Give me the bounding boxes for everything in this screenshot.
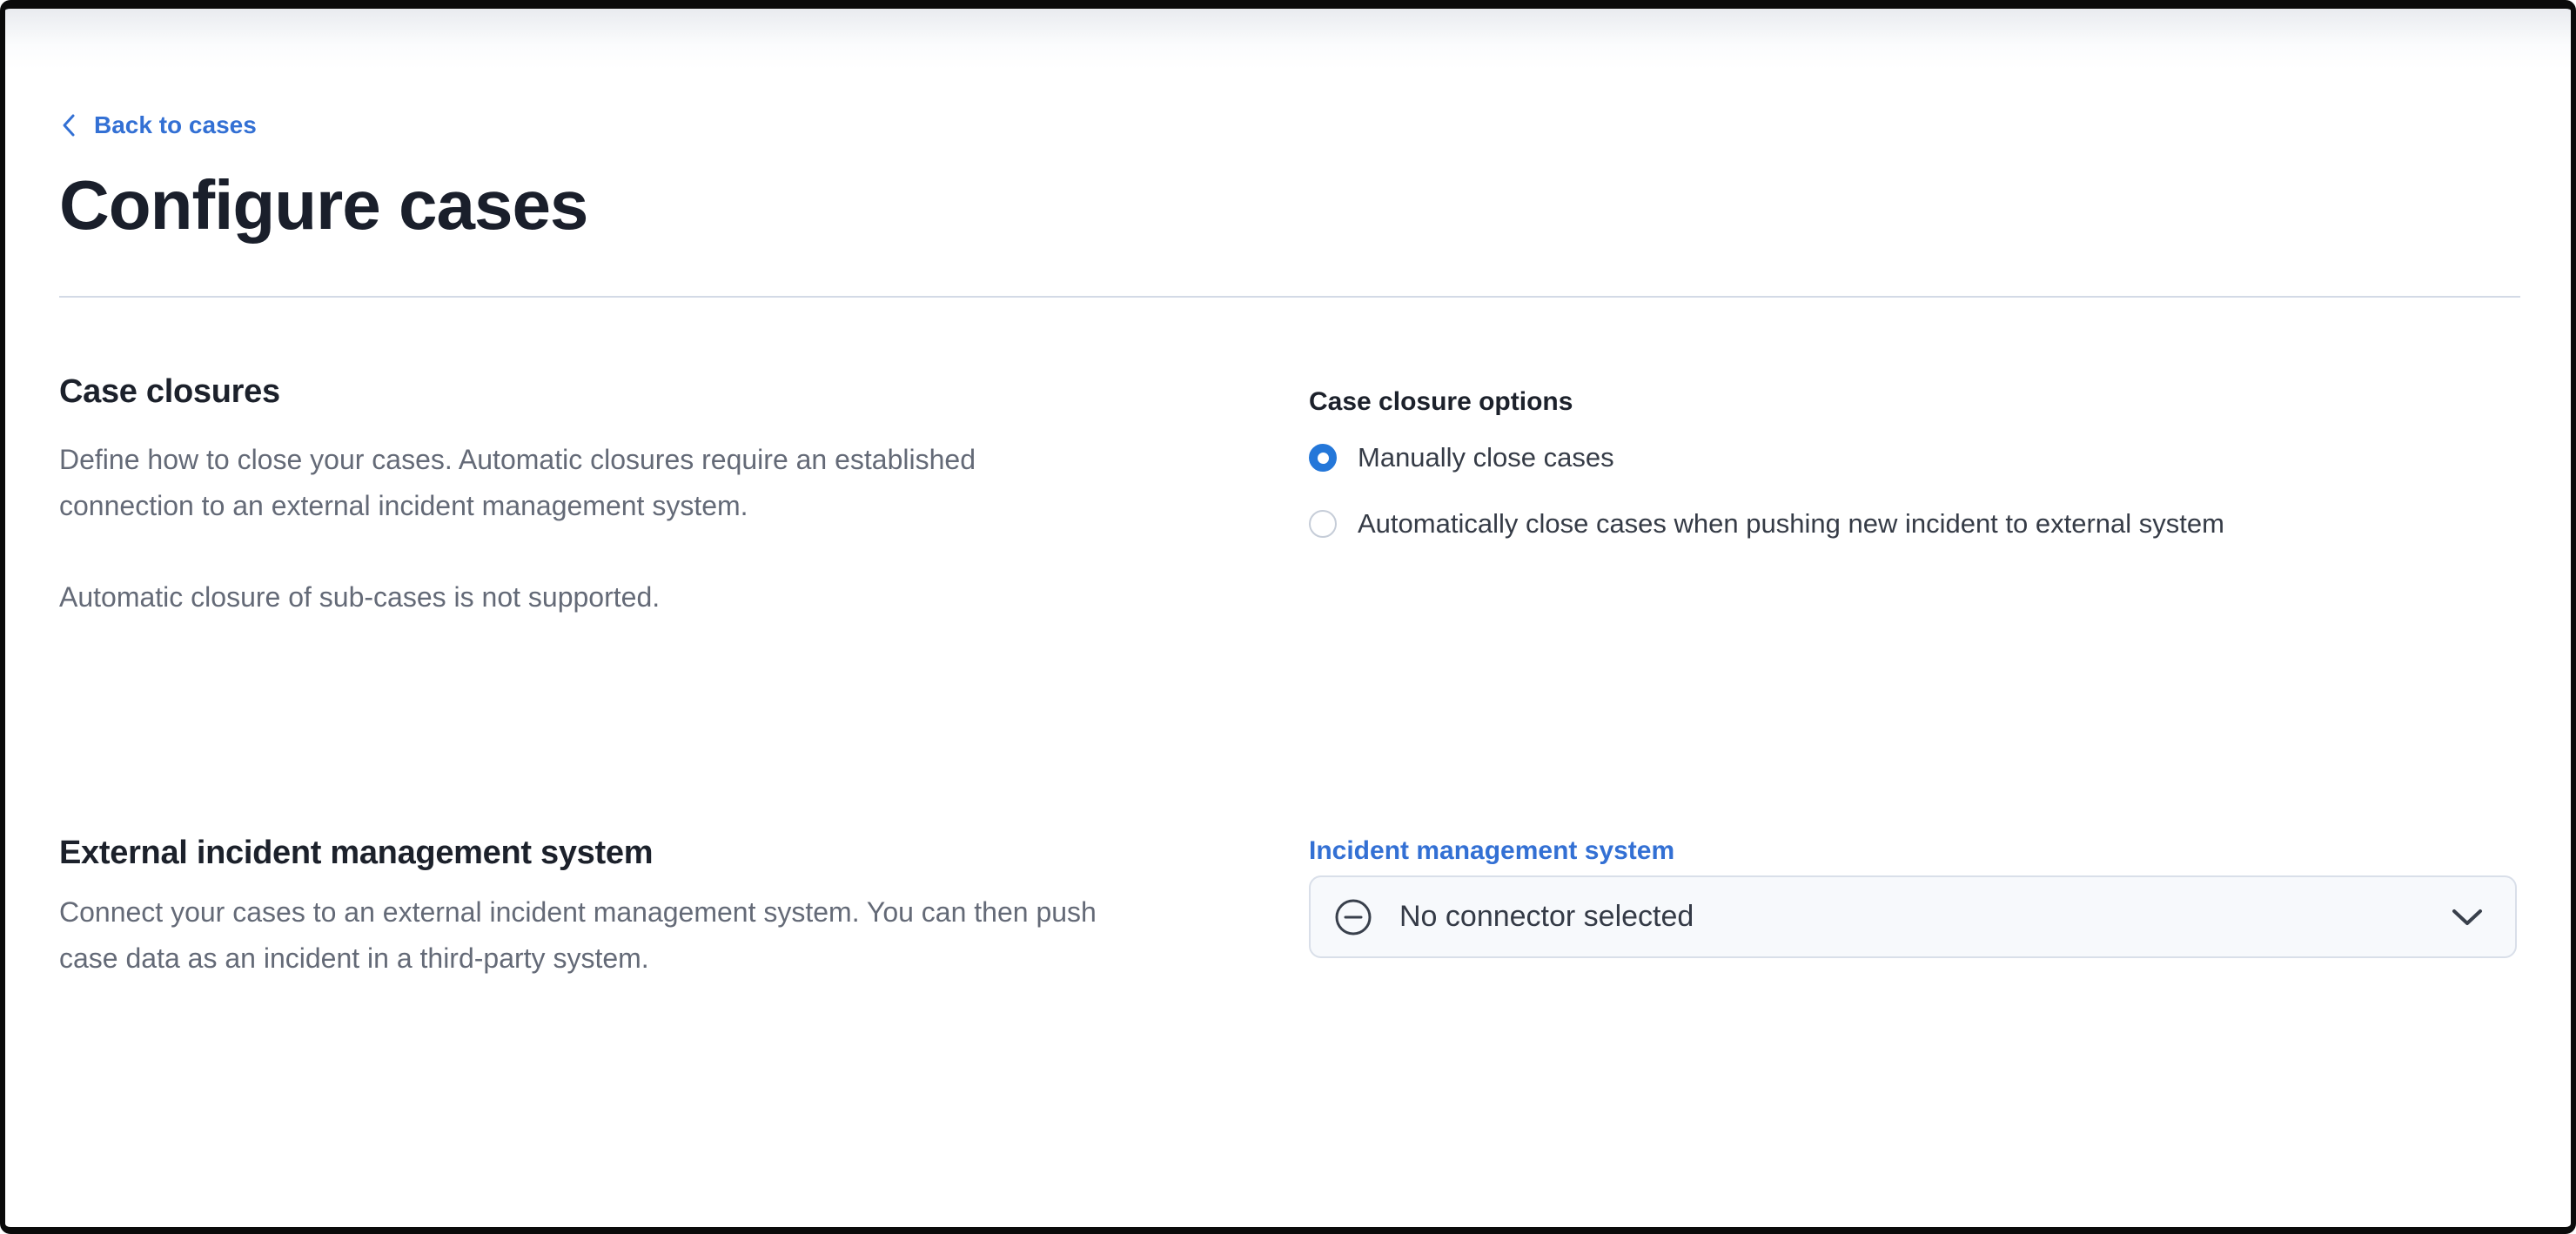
case-closure-options-label: Case closure options xyxy=(1309,386,2520,418)
radio-button-unselected-icon[interactable] xyxy=(1309,510,1337,538)
case-closures-description-1: Define how to close your cases. Automati… xyxy=(59,437,1257,529)
case-closures-description-2: Automatic closure of sub-cases is not su… xyxy=(59,574,1257,620)
case-closures-form-column: Case closure options Manually close case… xyxy=(1309,371,2520,759)
case-closures-heading: Case closures xyxy=(59,371,1257,412)
case-closures-description-column: Case closures Define how to close your c… xyxy=(59,371,1257,759)
radio-button-selected-icon[interactable] xyxy=(1309,444,1337,472)
page-title: Configure cases xyxy=(59,164,2520,247)
external-system-description-column: External incident management system Conn… xyxy=(59,832,1257,982)
case-closure-options-radio-group: Manually close cases Automatically close… xyxy=(1309,439,2520,543)
radio-automatically-close-cases[interactable]: Automatically close cases when pushing n… xyxy=(1309,505,2520,543)
configure-cases-page: Back to cases Configure cases Case closu… xyxy=(5,9,2571,982)
external-system-section: External incident management system Conn… xyxy=(59,832,2520,982)
header-divider xyxy=(59,296,2520,298)
radio-manually-close-cases[interactable]: Manually close cases xyxy=(1309,439,2520,477)
case-closures-section: Case closures Define how to close your c… xyxy=(59,371,2520,759)
external-system-heading: External incident management system xyxy=(59,832,1257,874)
external-system-form-column: Incident management system No connector … xyxy=(1309,832,2520,982)
screenshot-frame: Back to cases Configure cases Case closu… xyxy=(0,0,2576,1234)
back-to-cases-label: Back to cases xyxy=(94,110,257,141)
minus-in-circle-icon xyxy=(1335,899,1372,936)
back-to-cases-link[interactable]: Back to cases xyxy=(59,110,257,141)
chevron-left-icon xyxy=(59,112,78,138)
external-system-description: Connect your cases to an external incide… xyxy=(59,889,1257,982)
connector-select-value: No connector selected xyxy=(1399,900,2451,934)
incident-management-system-select[interactable]: No connector selected xyxy=(1309,875,2517,958)
incident-management-system-label: Incident management system xyxy=(1309,835,2520,867)
chevron-down-icon[interactable] xyxy=(2451,907,2484,928)
radio-label: Manually close cases xyxy=(1358,440,1614,475)
radio-label: Automatically close cases when pushing n… xyxy=(1358,506,2224,541)
